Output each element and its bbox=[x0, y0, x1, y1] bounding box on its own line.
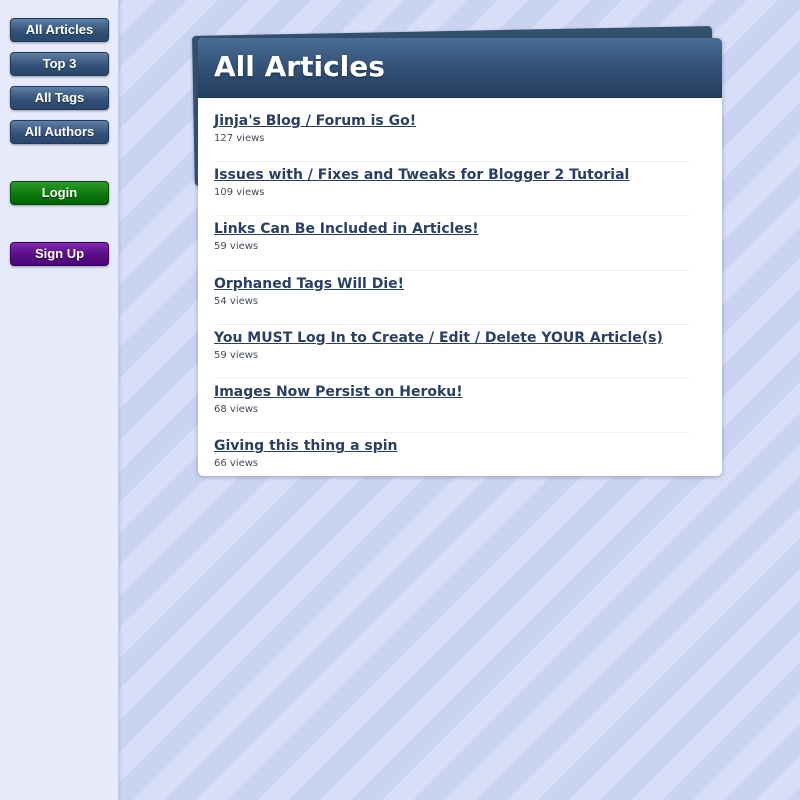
articles-panel: All Articles Jinja's Blog / Forum is Go!… bbox=[198, 38, 722, 476]
article-link[interactable]: Orphaned Tags Will Die! bbox=[214, 275, 404, 293]
sidebar: All Articles Top 3 All Tags All Authors … bbox=[0, 0, 119, 800]
view-count: 59 views bbox=[214, 349, 259, 361]
all-authors-button[interactable]: All Authors bbox=[10, 120, 109, 144]
article-link[interactable]: Giving this thing a spin bbox=[214, 437, 398, 455]
all-articles-button[interactable]: All Articles bbox=[10, 18, 109, 42]
view-count: 127 views bbox=[214, 133, 265, 144]
view-count: 109 views bbox=[214, 187, 265, 199]
list-item: Orphaned Tags Will Die! 54 views bbox=[214, 271, 690, 325]
view-count: 59 views bbox=[214, 241, 259, 253]
list-item: You MUST Log In to Create / Edit / Delet… bbox=[214, 325, 690, 379]
top-3-button[interactable]: Top 3 bbox=[10, 52, 109, 76]
article-link[interactable]: Images Now Persist on Heroku! bbox=[214, 383, 463, 401]
view-count: 66 views bbox=[214, 458, 259, 470]
view-count: 68 views bbox=[214, 403, 259, 415]
list-item: Links Can Be Included in Articles! 59 vi… bbox=[214, 216, 690, 271]
view-count: 54 views bbox=[214, 295, 259, 307]
article-list: Jinja's Blog / Forum is Go! 127 views Is… bbox=[198, 98, 722, 476]
article-link[interactable]: Links Can Be Included in Articles! bbox=[214, 220, 479, 238]
panel-header: All Articles bbox=[198, 38, 722, 98]
article-link[interactable]: Issues with / Fixes and Tweaks for Blogg… bbox=[214, 166, 629, 184]
all-tags-button[interactable]: All Tags bbox=[10, 86, 109, 110]
list-item: Jinja's Blog / Forum is Go! 127 views bbox=[214, 108, 690, 163]
list-item: Issues with / Fixes and Tweaks for Blogg… bbox=[214, 162, 690, 217]
page-title: All Articles bbox=[214, 50, 385, 83]
article-link[interactable]: You MUST Log In to Create / Edit / Delet… bbox=[214, 329, 663, 347]
sign-up-button[interactable]: Sign Up bbox=[10, 242, 109, 266]
list-item: Giving this thing a spin 66 views bbox=[214, 433, 690, 476]
article-link[interactable]: Jinja's Blog / Forum is Go! bbox=[214, 112, 416, 130]
list-item: Images Now Persist on Heroku! 68 views bbox=[214, 379, 690, 434]
login-button[interactable]: Login bbox=[10, 181, 109, 205]
